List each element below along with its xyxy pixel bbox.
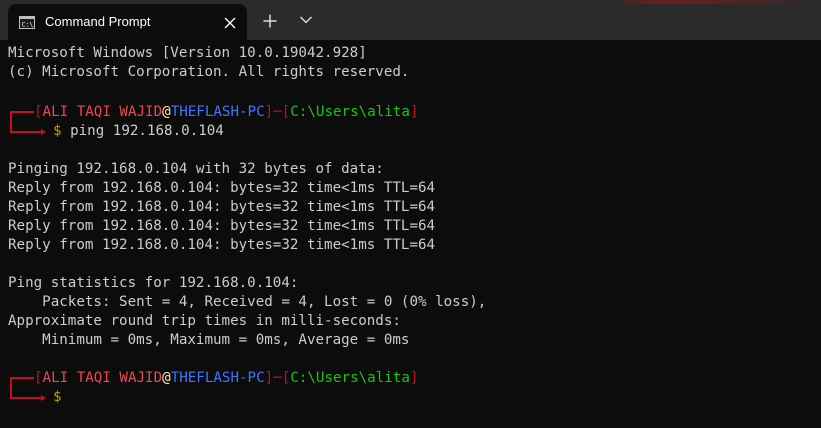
prompt-connector-top [10,377,34,379]
output-line: Ping statistics for 192.168.0.104: [8,275,299,291]
prompt-bracket: [ [34,104,43,120]
tab-command-prompt[interactable]: C:\ Command Prompt [8,4,247,40]
prompt-bracket-close: ] [409,104,419,120]
prompt-separator: ]─[ [264,104,291,120]
output-line: Approximate round trip times in milli-se… [8,313,401,329]
prompt-at: @ [162,370,171,386]
copyright-line: (c) Microsoft Corporation. All rights re… [8,64,410,80]
prompt-connector [10,111,12,133]
output-line: Minimum = 0ms, Maximum = 0ms, Average = … [8,332,410,348]
prompt-arrow-icon [41,129,46,135]
command-text: ping 192.168.0.104 [70,123,224,139]
prompt-connector-bottom [10,131,42,133]
output-line: Packets: Sent = 4, Received = 4, Lost = … [8,294,487,310]
terminal-window: C:\ Command Prompt Microsoft Windows [Ve… [0,0,821,428]
prompt-separator: ]─[ [264,370,291,386]
prompt-path: C:\Users\alita [290,104,410,120]
prompt-connector-bottom [10,397,42,399]
prompt-bracket-close: ] [409,370,419,386]
output-line: Reply from 192.168.0.104: bytes=32 time<… [8,199,436,215]
plus-icon[interactable] [262,13,278,29]
version-line: Microsoft Windows [Version 10.0.19042.92… [8,45,367,61]
prompt-arrow-icon [41,395,46,401]
chevron-down-icon[interactable] [299,15,313,25]
prompt-dollar: $ [53,389,62,405]
close-icon[interactable] [223,16,237,30]
prompt-host: THEFLASH-PC [170,104,265,120]
output-line: Reply from 192.168.0.104: bytes=32 time<… [8,237,436,253]
prompt-connector-top [10,111,34,113]
prompt-line: [ALI TAQI WAJID@THEFLASH-PC]─[C:\Users\a… [34,369,418,388]
prompt-dollar: $ [53,123,62,139]
prompt-connector [10,377,12,399]
prompt-bracket: [ [34,370,43,386]
prompt-user: ALI TAQI WAJID [42,370,163,386]
command-line: $ ping 192.168.0.104 [53,122,224,141]
output-line: Reply from 192.168.0.104: bytes=32 time<… [8,218,436,234]
terminal-output[interactable]: Microsoft Windows [Version 10.0.19042.92… [0,40,821,428]
command-line[interactable]: $ [53,388,70,407]
background-artifact [615,0,815,4]
svg-text:C:\: C:\ [22,21,34,29]
prompt-line: [ALI TAQI WAJID@THEFLASH-PC]─[C:\Users\a… [34,103,418,122]
prompt-path: C:\Users\alita [290,370,410,386]
prompt-at: @ [162,104,171,120]
prompt-host: THEFLASH-PC [170,370,265,386]
tab-title: Command Prompt [45,14,151,29]
tab-bar: C:\ Command Prompt [0,0,821,40]
output-line: Pinging 192.168.0.104 with 32 bytes of d… [8,161,384,177]
output-line: Reply from 192.168.0.104: bytes=32 time<… [8,180,436,196]
prompt-user: ALI TAQI WAJID [42,104,163,120]
cmd-icon: C:\ [19,16,35,29]
